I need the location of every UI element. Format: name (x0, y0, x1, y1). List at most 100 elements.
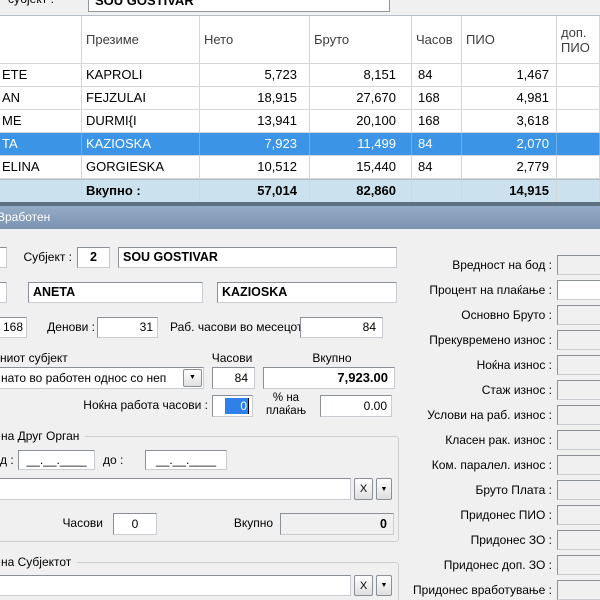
col-header-dop-pio: доп. ПИО (557, 16, 600, 63)
cell-neto: 18,915 (200, 87, 310, 109)
cell-pio: 3,618 (462, 110, 557, 132)
employee-detail-form: Субјект : 2 SOU GOSTIVAR ANETA KAZIOSKA … (0, 229, 600, 600)
cell-firstname: TA (0, 133, 82, 155)
rp-field-0 (557, 255, 600, 275)
cell-neto: 7,923 (200, 133, 310, 155)
rp-label-0: Вредност на бод : (368, 255, 552, 275)
rp-field-9 (557, 480, 600, 500)
col-header-hours: Часов (412, 16, 462, 63)
table-row[interactable]: AN FEJZULAI 18,915 27,670 168 4,981 (0, 87, 600, 110)
totals-neto: 57,014 (200, 180, 310, 202)
rp-label-4: Ноќна износ : (368, 355, 552, 375)
rp-label-11: Придонес ЗО : (368, 530, 552, 550)
subject-label: Субјект : (8, 247, 72, 268)
percent-pay-label: % наплаќањ (258, 392, 314, 418)
rp-label-2: Основно Бруто : (368, 305, 552, 325)
night-hours-input[interactable]: 0 (212, 395, 253, 417)
date-from-label: д : (0, 450, 14, 471)
rp-field-4 (557, 355, 600, 375)
clipped-field-left (0, 247, 7, 268)
cell-bruto: 27,670 (310, 87, 412, 109)
clear-icon: X (360, 580, 367, 592)
table-row[interactable]: ETE KAPROLI 5,723 8,151 84 1,467 (0, 64, 600, 87)
rp-field-3 (557, 330, 600, 350)
col-header-neto: Нето (200, 16, 310, 63)
top-subject-field[interactable]: SOU GOSTIVAR (88, 0, 390, 12)
employment-hours-field[interactable]: 84 (212, 367, 255, 389)
subject-caption: ниот субјект (0, 348, 68, 369)
cell-bruto: 8,151 (310, 64, 412, 86)
org-hours-label: Часови (56, 513, 103, 534)
payroll-app-window: субјект : SOU GOSTIVAR Презиме Нето Брут… (0, 0, 600, 600)
cell-bruto: 15,440 (310, 156, 412, 178)
subject-group-title: на Субјектот (1, 555, 77, 569)
month-hours-field[interactable]: 168 (0, 317, 27, 338)
cell-firstname: AN (0, 87, 82, 109)
rp-label-5: Стаж износ : (368, 380, 552, 400)
table-header-row: Презиме Нето Бруто Часов ПИО доп. ПИО (0, 16, 600, 64)
other-organ-combo[interactable] (0, 478, 351, 500)
rp-field-13 (557, 580, 600, 600)
night-work-label: Ноќна работа часови : (40, 395, 208, 416)
org-hours-field[interactable]: 0 (113, 513, 157, 535)
rp-field-1[interactable] (557, 280, 600, 300)
totals-pio: 14,915 (462, 180, 557, 202)
totals-bruto: 82,860 (310, 180, 412, 202)
subject-code-field[interactable]: 2 (77, 247, 110, 268)
rp-label-6: Услови на раб. износ : (368, 405, 552, 425)
top-subject-row: субјект : SOU GOSTIVAR (0, 0, 600, 13)
table-row[interactable]: ELINA GORGIESKA 10,512 15,440 84 2,779 (0, 156, 600, 179)
org-total-label: Вкупно (226, 513, 273, 534)
rp-field-7 (557, 430, 600, 450)
date-to-field[interactable]: __.__.____ (145, 450, 227, 470)
table-row-selected[interactable]: TA KAZIOSKA 7,923 11,499 84 2,070 (0, 133, 600, 156)
cell-surname: FEJZULAI (82, 87, 200, 109)
employees-table: Презиме Нето Бруто Часов ПИО доп. ПИО ET… (0, 15, 600, 206)
rp-label-9: Бруто Плата : (368, 480, 552, 500)
top-subject-label: субјект : (8, 0, 54, 6)
cell-surname: GORGIESKA (82, 156, 200, 178)
chevron-down-icon[interactable]: ▼ (183, 369, 202, 387)
clear-icon: X (360, 483, 367, 495)
rp-field-10 (557, 505, 600, 525)
rp-field-11 (557, 530, 600, 550)
employment-type-dropdown[interactable]: нато во работен однос со неп ▼ (0, 367, 204, 389)
cell-pio: 2,779 (462, 156, 557, 178)
cell-firstname: ETE (0, 64, 82, 86)
rp-field-12 (557, 555, 600, 575)
totals-hours (412, 180, 462, 202)
cell-hours: 84 (412, 156, 462, 178)
cell-firstname: ELINA (0, 156, 82, 178)
rp-label-13: Придонес вработување : (368, 580, 552, 600)
totals-label: Вкупно : (82, 180, 200, 202)
hours-column-label: Часови (206, 348, 258, 369)
col-header-firstname (0, 16, 82, 63)
rp-field-5 (557, 380, 600, 400)
rp-label-7: Класен рак. износ : (368, 430, 552, 450)
cell-surname: KAZIOSKA (82, 133, 200, 155)
total-column-label: Вкупно (306, 348, 358, 369)
table-row[interactable]: ME DURMI{I 13,941 20,100 168 3,618 (0, 110, 600, 133)
first-name-field[interactable]: ANETA (28, 282, 203, 303)
cell-dop-pio (557, 64, 600, 86)
subject-name-field[interactable]: SOU GOSTIVAR (118, 247, 397, 268)
cell-hours: 168 (412, 87, 462, 109)
subject-combo[interactable] (0, 575, 351, 596)
rp-label-12: Придонес доп. ЗО : (368, 555, 552, 575)
date-from-field[interactable]: __.__.____ (18, 450, 95, 470)
cell-pio: 2,070 (462, 133, 557, 155)
cell-dop-pio (557, 133, 600, 155)
work-hours-label: Раб. часови во месецот : (170, 317, 309, 338)
cell-bruto: 20,100 (310, 110, 412, 132)
cell-firstname: ME (0, 110, 82, 132)
clipped-field-left (0, 282, 7, 303)
cell-neto: 5,723 (200, 64, 310, 86)
cell-dop-pio (557, 156, 600, 178)
cell-hours: 84 (412, 133, 462, 155)
days-field[interactable]: 31 (97, 317, 158, 338)
cell-neto: 13,941 (200, 110, 310, 132)
days-label: Денови : (38, 317, 95, 338)
cell-hours: 168 (412, 110, 462, 132)
rp-label-8: Ком. паралел. износ : (368, 455, 552, 475)
selected-text: 0 (225, 398, 249, 414)
